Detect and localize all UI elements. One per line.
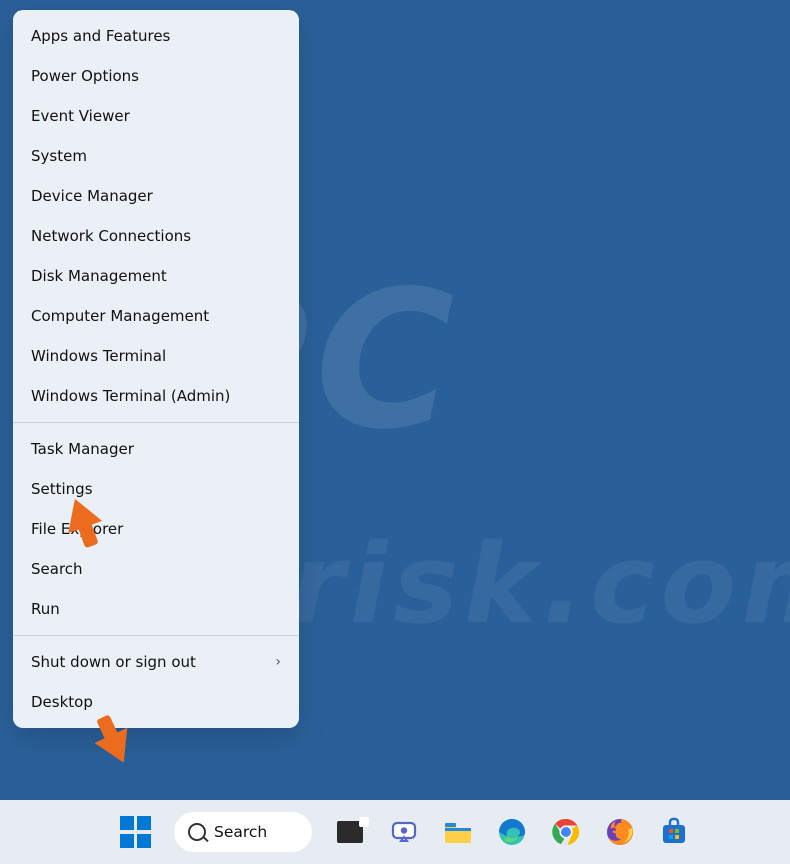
- menu-item-label: Apps and Features: [31, 27, 170, 45]
- menu-item-task-manager[interactable]: Task Manager: [13, 429, 299, 469]
- menu-item-label: Computer Management: [31, 307, 209, 325]
- taskbar: Search: [0, 800, 790, 864]
- file-explorer-icon: [442, 816, 474, 848]
- menu-item-computer-management[interactable]: Computer Management: [13, 296, 299, 336]
- menu-item-run[interactable]: Run: [13, 589, 299, 629]
- menu-item-label: Event Viewer: [31, 107, 130, 125]
- menu-item-desktop[interactable]: Desktop: [13, 682, 299, 722]
- menu-item-label: System: [31, 147, 87, 165]
- menu-item-power-options[interactable]: Power Options: [13, 56, 299, 96]
- chat-icon: [389, 817, 419, 847]
- chevron-right-icon: ›: [275, 654, 281, 670]
- menu-item-label: Search: [31, 560, 83, 578]
- menu-separator: [13, 635, 299, 636]
- menu-item-label: Power Options: [31, 67, 139, 85]
- menu-item-file-explorer[interactable]: File Explorer: [13, 509, 299, 549]
- menu-item-device-manager[interactable]: Device Manager: [13, 176, 299, 216]
- start-button[interactable]: [120, 816, 152, 848]
- windows-logo-icon: [120, 834, 134, 848]
- file-explorer-button[interactable]: [442, 816, 474, 848]
- microsoft-store-button[interactable]: [658, 816, 690, 848]
- menu-item-system[interactable]: System: [13, 136, 299, 176]
- microsoft-store-icon: [659, 817, 689, 847]
- menu-item-disk-management[interactable]: Disk Management: [13, 256, 299, 296]
- edge-button[interactable]: [496, 816, 528, 848]
- winx-context-menu: Apps and Features Power Options Event Vi…: [13, 10, 299, 728]
- menu-item-label: Device Manager: [31, 187, 153, 205]
- menu-item-label: Disk Management: [31, 267, 167, 285]
- menu-item-windows-terminal-admin[interactable]: Windows Terminal (Admin): [13, 376, 299, 416]
- firefox-icon: [605, 817, 635, 847]
- edge-icon: [497, 817, 527, 847]
- menu-item-label: Network Connections: [31, 227, 191, 245]
- menu-item-label: Windows Terminal: [31, 347, 166, 365]
- menu-item-label: Run: [31, 600, 60, 618]
- menu-separator: [13, 422, 299, 423]
- chrome-icon: [551, 817, 581, 847]
- menu-item-apps-and-features[interactable]: Apps and Features: [13, 16, 299, 56]
- task-view-button[interactable]: [334, 816, 366, 848]
- menu-item-windows-terminal[interactable]: Windows Terminal: [13, 336, 299, 376]
- menu-item-label: Shut down or sign out: [31, 653, 196, 671]
- windows-logo-icon: [137, 816, 151, 830]
- menu-item-shut-down-or-sign-out[interactable]: Shut down or sign out ›: [13, 642, 299, 682]
- menu-item-network-connections[interactable]: Network Connections: [13, 216, 299, 256]
- search-label: Search: [214, 823, 267, 841]
- menu-item-search[interactable]: Search: [13, 549, 299, 589]
- task-view-icon: [337, 821, 363, 843]
- windows-logo-icon: [137, 834, 151, 848]
- search-icon: [188, 823, 206, 841]
- menu-item-label: Desktop: [31, 693, 93, 711]
- menu-item-event-viewer[interactable]: Event Viewer: [13, 96, 299, 136]
- chrome-button[interactable]: [550, 816, 582, 848]
- menu-item-label: Windows Terminal (Admin): [31, 387, 230, 405]
- taskbar-search[interactable]: Search: [174, 812, 312, 852]
- windows-logo-icon: [120, 816, 134, 830]
- chat-button[interactable]: [388, 816, 420, 848]
- menu-item-label: Task Manager: [31, 440, 134, 458]
- firefox-button[interactable]: [604, 816, 636, 848]
- menu-item-settings[interactable]: Settings: [13, 469, 299, 509]
